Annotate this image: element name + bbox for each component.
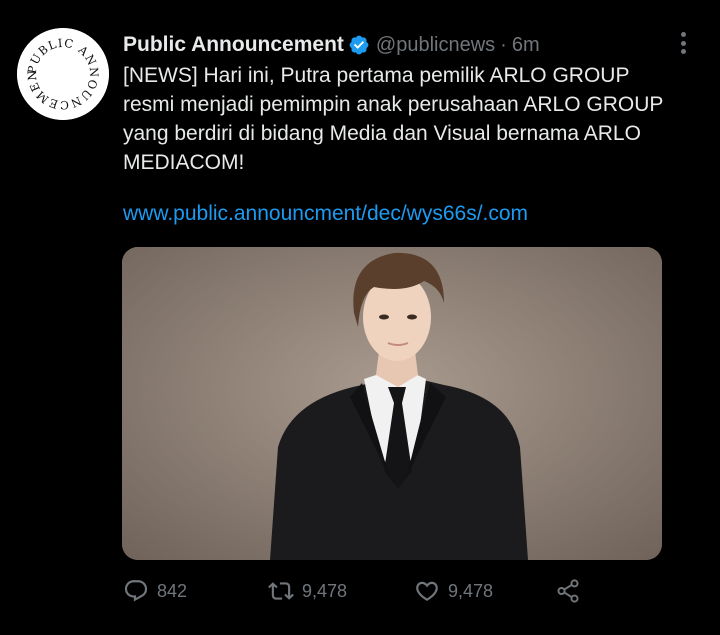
avatar[interactable]: PUBLIC ANNOUNCEMENT (17, 28, 109, 120)
separator-dot: · (500, 33, 507, 56)
avatar-logo: PUBLIC ANNOUNCEMENT (17, 28, 109, 120)
tweet-header: Public Announcement @publicnews · 6m (123, 30, 540, 60)
handle[interactable]: @publicnews (376, 34, 495, 57)
like-icon (414, 578, 440, 604)
retweet-icon (268, 578, 294, 604)
retweet-count: 9,478 (302, 580, 348, 601)
timestamp[interactable]: 6m (512, 34, 540, 57)
retweet-button[interactable]: 9,478 (268, 576, 347, 606)
like-button[interactable]: 9,478 (414, 576, 493, 606)
tweet-link[interactable]: www.public.announcment/dec/wys66s/.com (123, 199, 528, 228)
display-name[interactable]: Public Announcement (123, 33, 344, 57)
reply-icon (123, 578, 149, 604)
like-count: 9,478 (448, 580, 494, 601)
photo-man-in-suit (122, 247, 662, 560)
verified-badge-icon (348, 34, 370, 56)
tweet-text: [NEWS] Hari ini, Putra pertama pemilik A… (123, 64, 664, 174)
tweet-actions: 842 9,478 9,478 (123, 576, 593, 606)
share-icon (555, 578, 581, 604)
vertical-dots-icon[interactable] (672, 30, 694, 56)
reply-button[interactable]: 842 (123, 576, 187, 606)
tweet-media-photo[interactable] (122, 247, 662, 560)
share-button[interactable] (555, 576, 581, 606)
tweet[interactable]: PUBLIC ANNOUNCEMENT Public Announcement … (0, 0, 720, 635)
reply-count: 842 (157, 580, 188, 601)
